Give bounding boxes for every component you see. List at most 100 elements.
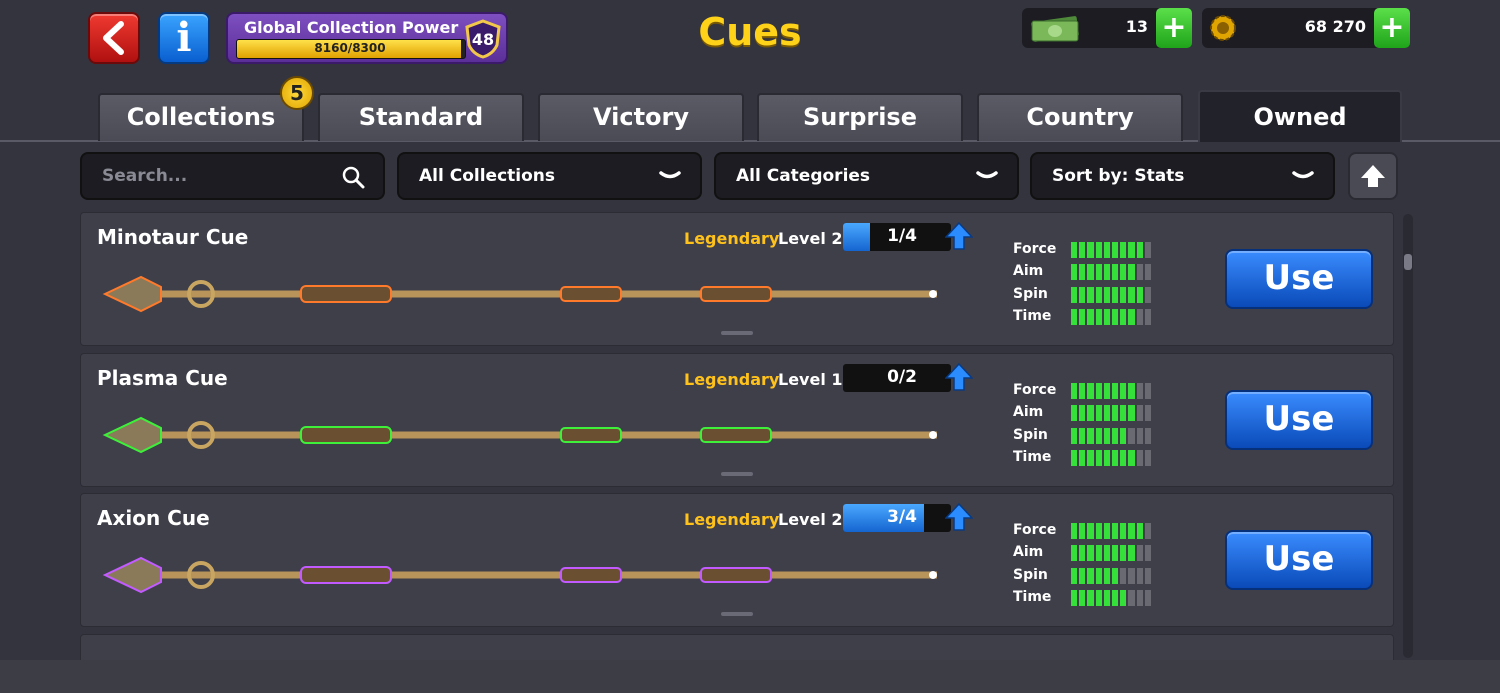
- stat-segment: [1112, 242, 1119, 258]
- cue-rarity: Legendary: [684, 229, 780, 248]
- stat-label-aim: Aim: [1013, 404, 1044, 420]
- stat-segment: [1120, 523, 1127, 539]
- stat-segment: [1128, 590, 1135, 606]
- stat-segment: [1136, 287, 1143, 303]
- stat-segment: [1120, 383, 1127, 399]
- tab-owned[interactable]: Owned: [1198, 90, 1402, 142]
- stat-label-time: Time: [1013, 449, 1052, 465]
- stat-segment: [1087, 568, 1094, 584]
- collection-dropdown[interactable]: All Collections: [397, 152, 702, 200]
- stat-segment: [1103, 568, 1111, 584]
- search-input[interactable]: Search...: [80, 152, 385, 200]
- chevron-down-icon: [1292, 171, 1314, 179]
- stat-segment: [1136, 450, 1143, 466]
- cue-rarity: Legendary: [684, 510, 780, 529]
- upgrade-arrow-icon[interactable]: [945, 502, 973, 532]
- info-button[interactable]: i: [158, 12, 210, 64]
- stat-segment: [1095, 523, 1102, 539]
- cue-progress-text: 1/4: [887, 226, 917, 246]
- stat-segment: [1079, 523, 1086, 539]
- stat-bar-aim: [1071, 264, 1152, 280]
- stat-segment: [1095, 405, 1102, 421]
- category-dropdown[interactable]: All Categories: [714, 152, 1019, 200]
- stat-segment: [1128, 450, 1135, 466]
- stat-segment: [1128, 242, 1135, 258]
- cash-value: 13: [1125, 17, 1148, 36]
- stat-segment: [1128, 309, 1135, 325]
- stat-segment: [1144, 450, 1152, 466]
- tab-surprise[interactable]: Surprise: [757, 93, 963, 141]
- stat-bar-force: [1071, 242, 1152, 258]
- stat-segment: [1103, 428, 1111, 444]
- cue-row[interactable]: Minotaur Cue Legendary Level 2 1/4 Force…: [80, 212, 1394, 346]
- stat-label-aim: Aim: [1013, 263, 1044, 279]
- back-button[interactable]: [88, 12, 140, 64]
- stat-segment: [1103, 309, 1111, 325]
- plus-icon: +: [1379, 10, 1405, 45]
- stat-label-spin: Spin: [1013, 286, 1048, 302]
- tab-victory[interactable]: Victory: [538, 93, 744, 141]
- cue-name: Plasma Cue: [97, 366, 228, 390]
- stat-segment: [1103, 242, 1111, 258]
- stat-segment: [1144, 405, 1152, 421]
- stat-segment: [1112, 428, 1119, 444]
- stat-segment: [1095, 450, 1102, 466]
- stat-segment: [1087, 242, 1094, 258]
- stat-segment: [1128, 405, 1135, 421]
- scrollbar-thumb[interactable]: [1404, 254, 1412, 270]
- cue-level: Level 2: [778, 229, 843, 248]
- stat-segment: [1071, 590, 1078, 606]
- cue-row[interactable]: Plasma Cue Legendary Level 1 0/2 Force Ai…: [80, 353, 1394, 487]
- stat-label-force: Force: [1013, 522, 1057, 538]
- upgrade-arrow-icon[interactable]: [945, 362, 973, 392]
- stat-segment: [1112, 309, 1119, 325]
- arrow-up-icon: [1361, 165, 1385, 187]
- stat-segment: [1095, 264, 1102, 280]
- stat-segment: [1087, 383, 1094, 399]
- use-button[interactable]: Use: [1225, 530, 1373, 590]
- add-coins-button[interactable]: +: [1374, 8, 1410, 48]
- stat-segment: [1071, 405, 1078, 421]
- stat-segment: [1103, 545, 1111, 561]
- bottom-bar: [0, 660, 1500, 693]
- stat-segment: [1079, 383, 1086, 399]
- chevron-down-icon: [659, 171, 681, 179]
- stat-segment: [1071, 287, 1078, 303]
- stat-segment: [1144, 287, 1152, 303]
- stat-segment: [1079, 287, 1086, 303]
- stat-segment: [1144, 568, 1152, 584]
- stat-segment: [1136, 383, 1143, 399]
- add-cash-button[interactable]: +: [1156, 8, 1192, 48]
- cue-level: Level 2: [778, 510, 843, 529]
- sort-dropdown[interactable]: Sort by: Stats: [1030, 152, 1335, 200]
- stat-segment: [1128, 287, 1135, 303]
- tab-standard[interactable]: Standard: [318, 93, 524, 141]
- use-button[interactable]: Use: [1225, 249, 1373, 309]
- sort-order-button[interactable]: [1348, 152, 1398, 200]
- stat-segment: [1120, 450, 1127, 466]
- global-collection-power[interactable]: Global Collection Power 8160/8300 48: [226, 12, 508, 64]
- stat-segment: [1144, 383, 1152, 399]
- stat-segment: [1136, 590, 1143, 606]
- use-button[interactable]: Use: [1225, 390, 1373, 450]
- stat-bar-spin: [1071, 428, 1152, 444]
- cue-image: [102, 275, 937, 313]
- stat-segment: [1112, 264, 1119, 280]
- tab-collections[interactable]: Collections: [98, 93, 304, 141]
- stat-segment: [1087, 545, 1094, 561]
- tab-country[interactable]: Country: [977, 93, 1183, 141]
- back-arrow-icon: [103, 21, 124, 55]
- stat-segment: [1120, 264, 1127, 280]
- cue-row[interactable]: Axion Cue Legendary Level 2 3/4 Force Aim…: [80, 493, 1394, 627]
- stat-segment: [1071, 242, 1078, 258]
- stat-segment: [1071, 428, 1078, 444]
- upgrade-arrow-icon[interactable]: [945, 221, 973, 251]
- stat-segment: [1112, 523, 1119, 539]
- stat-segment: [1079, 242, 1086, 258]
- stat-segment: [1136, 428, 1143, 444]
- stat-segment: [1112, 568, 1119, 584]
- scrollbar[interactable]: [1403, 214, 1413, 658]
- cue-image: [102, 416, 937, 454]
- sort-dropdown-value: Sort by: Stats: [1052, 166, 1185, 186]
- cue-name: Axion Cue: [97, 506, 210, 530]
